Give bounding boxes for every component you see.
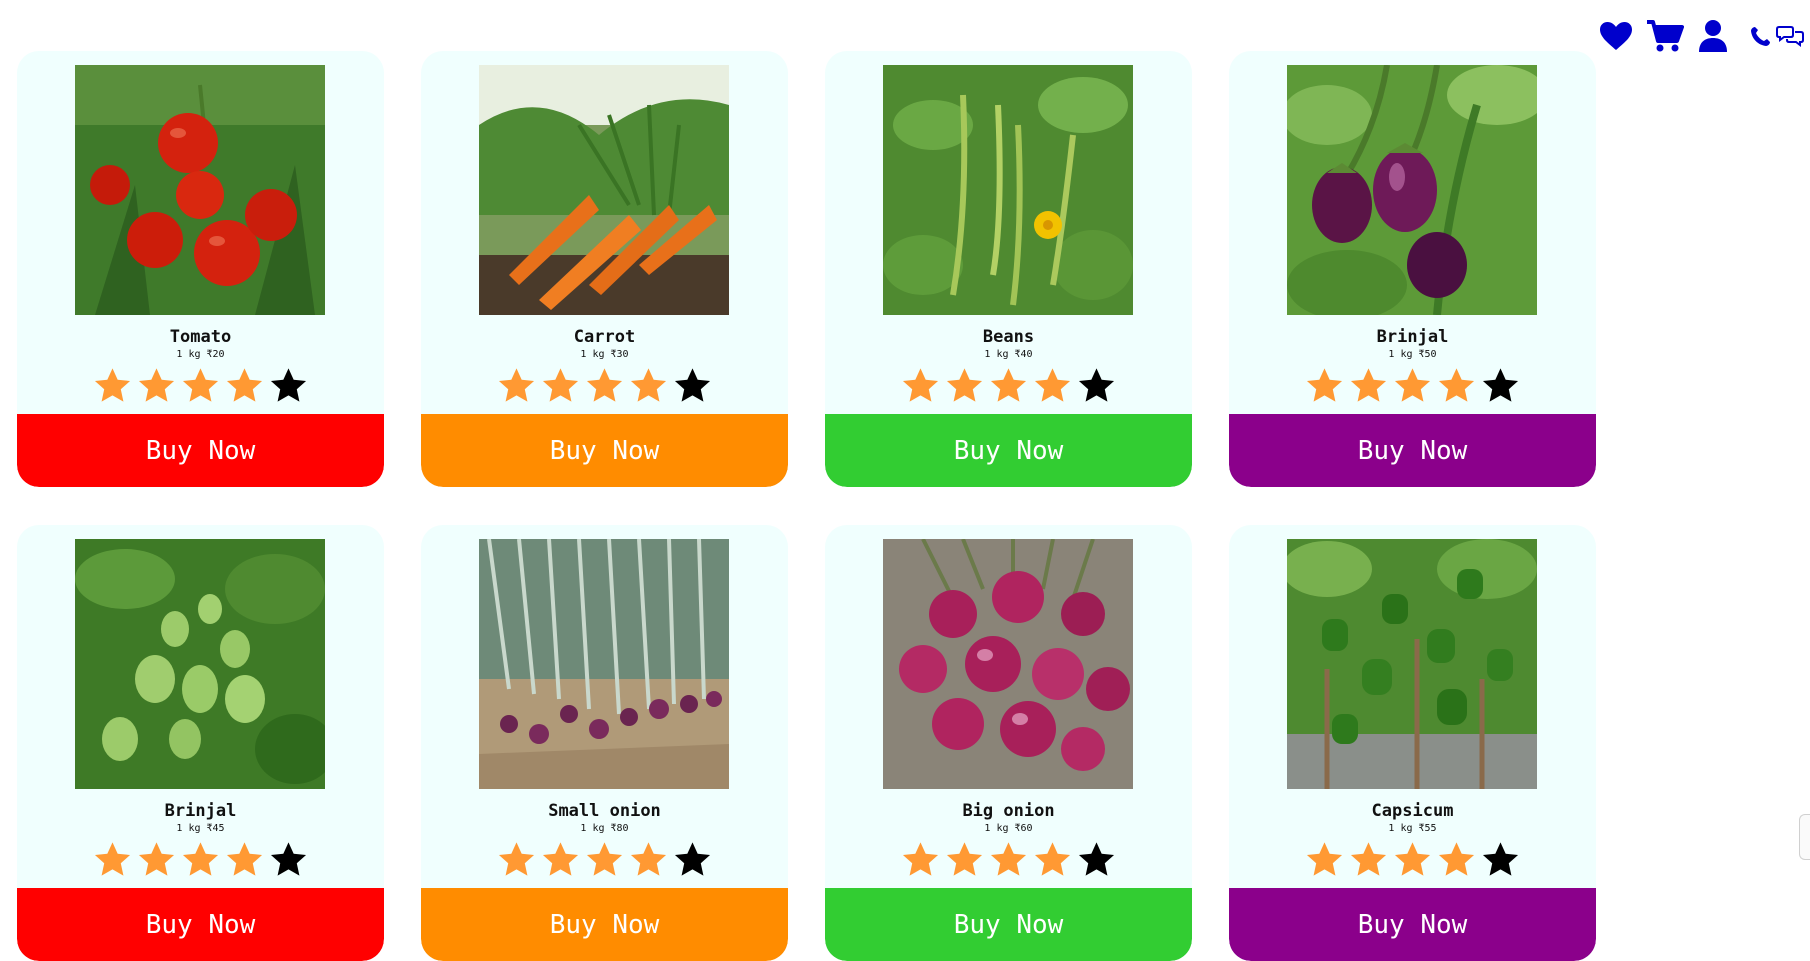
star-filled-icon[interactable] — [945, 840, 984, 878]
product-price: 1 kg ₹80 — [580, 823, 629, 834]
scrollbar-handle[interactable] — [1799, 814, 1810, 860]
buy-now-button[interactable]: Buy Now — [421, 414, 788, 487]
star-filled-icon[interactable] — [901, 366, 940, 404]
product-price: 1 kg ₹20 — [176, 349, 225, 360]
star-filled-icon[interactable] — [1033, 840, 1072, 878]
star-filled-icon[interactable] — [1393, 366, 1432, 404]
product-card: Small onion 1 kg ₹80 Buy Now — [421, 525, 788, 961]
star-filled-icon[interactable] — [225, 840, 264, 878]
buy-now-button[interactable]: Buy Now — [1229, 888, 1596, 961]
star-filled-icon[interactable] — [93, 366, 132, 404]
star-empty-icon[interactable] — [673, 840, 712, 878]
rating-stars — [17, 840, 384, 878]
star-empty-icon[interactable] — [673, 366, 712, 404]
buy-now-button[interactable]: Buy Now — [825, 414, 1192, 487]
star-filled-icon[interactable] — [541, 840, 580, 878]
chat-icon[interactable] — [1776, 24, 1804, 48]
star-empty-icon[interactable] — [269, 840, 308, 878]
product-card: Carrot 1 kg ₹30 Buy Now — [421, 51, 788, 487]
product-card: Brinjal 1 kg ₹45 Buy Now — [17, 525, 384, 961]
star-filled-icon[interactable] — [93, 840, 132, 878]
star-filled-icon[interactable] — [1349, 840, 1388, 878]
star-filled-icon[interactable] — [541, 366, 580, 404]
star-filled-icon[interactable] — [1437, 840, 1476, 878]
product-price: 1 kg ₹40 — [984, 349, 1033, 360]
product-name: Beans — [982, 327, 1035, 347]
star-filled-icon[interactable] — [989, 840, 1028, 878]
star-filled-icon[interactable] — [1305, 840, 1344, 878]
star-filled-icon[interactable] — [1393, 840, 1432, 878]
star-filled-icon[interactable] — [629, 366, 668, 404]
product-card: Beans 1 kg ₹40 Buy Now — [825, 51, 1192, 487]
product-price: 1 kg ₹50 — [1388, 349, 1437, 360]
star-filled-icon[interactable] — [1305, 366, 1344, 404]
star-filled-icon[interactable] — [989, 366, 1028, 404]
buy-now-button[interactable]: Buy Now — [17, 414, 384, 487]
product-price: 1 kg ₹55 — [1388, 823, 1437, 834]
star-filled-icon[interactable] — [181, 840, 220, 878]
star-filled-icon[interactable] — [585, 840, 624, 878]
star-filled-icon[interactable] — [137, 366, 176, 404]
carrot-photo[interactable] — [479, 65, 729, 315]
rating-stars — [421, 366, 788, 404]
product-price: 1 kg ₹30 — [580, 349, 629, 360]
star-filled-icon[interactable] — [1437, 366, 1476, 404]
product-name: Carrot — [573, 327, 636, 347]
star-filled-icon[interactable] — [497, 840, 536, 878]
buy-now-button[interactable]: Buy Now — [17, 888, 384, 961]
product-card: Capsicum 1 kg ₹55 Buy Now — [1229, 525, 1596, 961]
purple-brinjal-photo[interactable] — [1287, 65, 1537, 315]
star-filled-icon[interactable] — [629, 840, 668, 878]
star-filled-icon[interactable] — [137, 840, 176, 878]
star-empty-icon[interactable] — [1481, 366, 1520, 404]
cart-icon[interactable] — [1646, 19, 1684, 53]
beans-photo[interactable] — [883, 65, 1133, 315]
buy-now-button[interactable]: Buy Now — [1229, 414, 1596, 487]
rating-stars — [421, 840, 788, 878]
star-filled-icon[interactable] — [225, 366, 264, 404]
buy-now-button[interactable]: Buy Now — [825, 888, 1192, 961]
rating-stars — [17, 366, 384, 404]
product-grid: Tomato 1 kg ₹20 Buy Now Carrot 1 kg ₹30 … — [17, 51, 1596, 961]
rating-stars — [825, 840, 1192, 878]
product-name: Brinjal — [164, 801, 237, 821]
rating-stars — [825, 366, 1192, 404]
star-filled-icon[interactable] — [585, 366, 624, 404]
star-filled-icon[interactable] — [1033, 366, 1072, 404]
star-filled-icon[interactable] — [901, 840, 940, 878]
product-name: Capsicum — [1371, 801, 1454, 821]
heart-icon[interactable] — [1598, 20, 1634, 52]
product-price: 1 kg ₹45 — [176, 823, 225, 834]
product-card: Tomato 1 kg ₹20 Buy Now — [17, 51, 384, 487]
rating-stars — [1229, 366, 1596, 404]
buy-now-button[interactable]: Buy Now — [421, 888, 788, 961]
star-empty-icon[interactable] — [269, 366, 308, 404]
product-name: Tomato — [169, 327, 232, 347]
star-empty-icon[interactable] — [1077, 840, 1116, 878]
star-empty-icon[interactable] — [1077, 366, 1116, 404]
product-name: Small onion — [548, 801, 661, 821]
star-filled-icon[interactable] — [181, 366, 220, 404]
product-price: 1 kg ₹60 — [984, 823, 1033, 834]
star-filled-icon[interactable] — [497, 366, 536, 404]
rating-stars — [1229, 840, 1596, 878]
product-card: Big onion 1 kg ₹60 Buy Now — [825, 525, 1192, 961]
star-empty-icon[interactable] — [1481, 840, 1520, 878]
green-brinjal-photo[interactable] — [75, 539, 325, 789]
star-filled-icon[interactable] — [945, 366, 984, 404]
big-onion-photo[interactable] — [883, 539, 1133, 789]
small-onion-photo[interactable] — [479, 539, 729, 789]
capsicum-photo[interactable] — [1287, 539, 1537, 789]
tomato-photo[interactable] — [75, 65, 325, 315]
star-filled-icon[interactable] — [1349, 366, 1388, 404]
header-icons — [1598, 16, 1804, 56]
user-icon[interactable] — [1698, 19, 1728, 53]
phone-icon[interactable] — [1750, 25, 1772, 47]
product-card: Brinjal 1 kg ₹50 Buy Now — [1229, 51, 1596, 487]
product-name: Big onion — [962, 801, 1055, 821]
product-name: Brinjal — [1376, 327, 1449, 347]
